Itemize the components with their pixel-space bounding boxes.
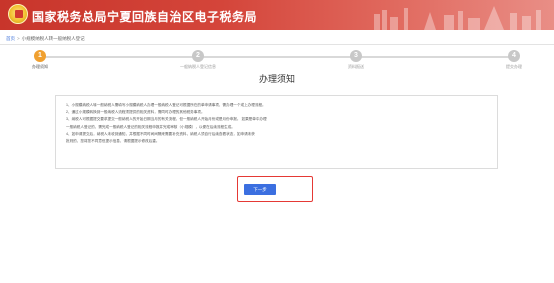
- page-title: 办理须知: [258, 74, 295, 84]
- notice-item: 3、纳税人可根据提交要求提交一般纳税人的开始日期当月的有关流程，但一般纳税人开始…: [66, 117, 267, 122]
- step-3-circle: 3: [350, 50, 362, 62]
- notice-item: 批则的，您将您不同意但提示信息，请根据提示修改后重。: [66, 139, 160, 144]
- breadcrumb-current: 小规模纳税人转一般纳税人登记: [21, 36, 85, 41]
- step-3-label: 资料报送: [348, 64, 364, 69]
- site-header: 国家税务总局宁夏回族自治区电子税务局: [0, 0, 554, 30]
- tax-emblem-icon: [8, 4, 28, 24]
- step-1-label: 办理须知: [32, 64, 48, 69]
- step-4: 4 提交办理: [484, 50, 544, 70]
- notice-item: 2、通过小规模转换到一般纳税人流程须提供的相关资料，需同时办理的其他税务事项。: [66, 110, 205, 115]
- step-4-label: 提交办理: [506, 64, 522, 69]
- step-3: 3 资料报送: [326, 50, 386, 70]
- notice-item: 一般纳税人登记的，需完成一般纳税人登记的相关流程申报并完成审核（小规模），以便在…: [66, 124, 235, 129]
- next-step-button[interactable]: 下一步: [244, 184, 276, 195]
- step-progress: 1 办理须知 2 一般纳税人登记信息 3 资料报送 4 提交办理: [10, 50, 544, 72]
- breadcrumb-separator: >: [17, 36, 20, 41]
- step-2-label: 一般纳税人登记信息: [180, 64, 216, 69]
- notice-panel: 1、小规模纳税人转一般纳税人需填写小规模纳税人办理一般纳税人登记可根据所在的单申…: [55, 95, 498, 169]
- next-button-highlight: 下一步: [237, 176, 313, 202]
- breadcrumb: 首页 > 小规模纳税人转一般纳税人登记: [6, 36, 85, 42]
- step-1-circle: 1: [34, 50, 46, 62]
- divider: [0, 44, 554, 45]
- step-1: 1 办理须知: [10, 50, 70, 70]
- skyline-decoration: [374, 6, 541, 30]
- step-track: [40, 56, 514, 58]
- breadcrumb-home-link[interactable]: 首页: [6, 36, 15, 41]
- step-4-circle: 4: [508, 50, 520, 62]
- step-2-circle: 2: [192, 50, 204, 62]
- notice-item: 4、如申请提交后，纳税人未收到通知，并根据不同时间间隔来需要补充资料，纳税人须自…: [66, 131, 255, 136]
- site-title: 国家税务总局宁夏回族自治区电子税务局: [32, 10, 258, 24]
- notice-item: 1、小规模纳税人转一般纳税人需填写小规模纳税人办理一般纳税人登记可根据所在的单申…: [66, 103, 266, 107]
- step-2: 2 一般纳税人登记信息: [168, 50, 228, 70]
